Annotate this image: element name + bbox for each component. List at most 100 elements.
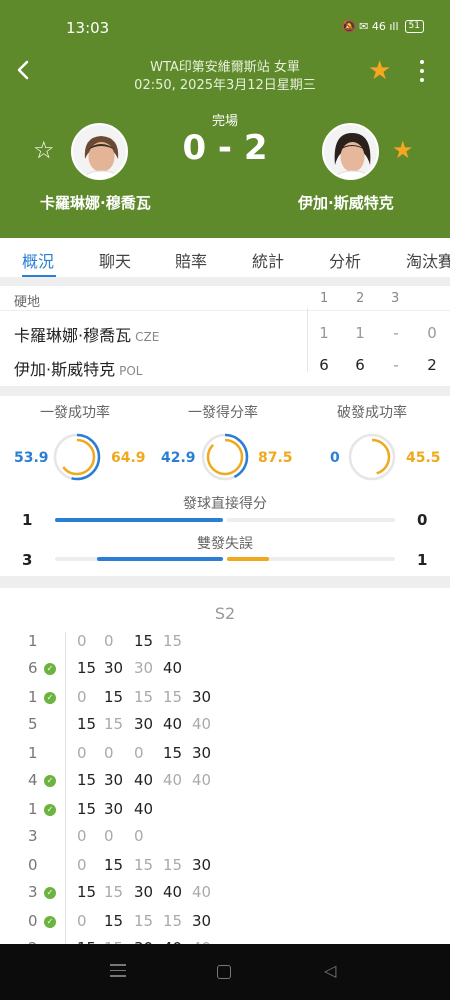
p2-set2: 6: [355, 356, 365, 374]
player1-name[interactable]: 卡羅琳娜·穆喬瓦: [40, 192, 151, 213]
stat2-ring-right: [206, 438, 244, 476]
tab-analysis[interactable]: 分析: [329, 248, 361, 272]
game-winner-check-icon: ✓: [44, 804, 56, 816]
player2-favorite-star-icon[interactable]: ★: [392, 138, 414, 162]
tab-overview[interactable]: 概況: [22, 248, 54, 272]
more-options-icon[interactable]: [415, 60, 429, 84]
pbp-point-bottom: 30: [134, 715, 154, 733]
pbp-point-top: 15: [134, 856, 154, 874]
nav-back-icon[interactable]: ◁: [324, 963, 336, 979]
pbp-point-top: 15: [104, 912, 124, 930]
pbp-point-top: 40: [134, 800, 154, 818]
df-right-bar: [227, 557, 269, 561]
pbp-game-top-score: 1: [28, 688, 38, 706]
player2-name[interactable]: 伊加·斯威特克: [298, 192, 394, 213]
game-winner-check-icon: ✓: [44, 916, 56, 928]
pbp-point-top: 0: [134, 744, 144, 762]
stat1-ring-right: [58, 438, 96, 476]
tab-bar: 概況 聊天 賠率 統計 分析 淘汰賽: [0, 238, 450, 278]
pbp-point-top: 15: [163, 912, 183, 930]
pbp-point-bottom: 15: [77, 883, 97, 901]
player1-avatar-image: [73, 125, 126, 178]
pbp-point-top: 15: [104, 688, 124, 706]
pbp-point-top: 0: [104, 744, 114, 762]
stat2-ring-chart: [201, 433, 249, 481]
pbp-game-bottom-score: 3: [28, 827, 38, 845]
pbp-game-bottom-score: 5: [28, 715, 38, 733]
pbp-point-top: 30: [192, 744, 212, 762]
stat-title-double-faults: 雙發失誤: [197, 536, 253, 552]
tab-odds[interactable]: 賠率: [175, 248, 207, 272]
player1-avatar[interactable]: [71, 123, 128, 180]
player1-favorite-star-icon[interactable]: ☆: [33, 138, 55, 162]
tab-knockout[interactable]: 淘汰賽: [406, 248, 450, 272]
stat-title-break-points: 破發成功率: [337, 405, 407, 421]
p2-set3: -: [393, 356, 399, 374]
p1-set2: 1: [355, 324, 365, 342]
aces-left-value: 1: [22, 511, 33, 529]
stat-title-aces: 發球直接得分: [183, 496, 267, 512]
stat3-ring-right: [353, 438, 391, 476]
aces-left-bar: [55, 518, 223, 522]
pbp-point-bottom: 0: [134, 827, 144, 845]
pbp-point-bottom: 40: [163, 883, 183, 901]
pbp-point-top: 0: [77, 912, 87, 930]
stat3-right-value: 45.5: [406, 450, 441, 466]
p1-set3: -: [393, 324, 399, 342]
table-row-player2: 伊加·斯威特克 POL: [14, 356, 142, 380]
pbp-point-top: 15: [77, 800, 97, 818]
pbp-point-top: 30: [192, 912, 212, 930]
df-left-bar: [97, 557, 223, 561]
pbp-point-bottom: 40: [163, 715, 183, 733]
pbp-game-bottom-score: 4: [28, 771, 38, 789]
table-column-divider: [307, 308, 308, 372]
tab-chat[interactable]: 聊天: [99, 248, 131, 272]
pbp-point-bottom: 15: [77, 771, 97, 789]
pbp-point-top: 15: [163, 856, 183, 874]
section-divider: [0, 386, 450, 396]
tab-stats[interactable]: 統計: [252, 248, 284, 272]
player2-avatar[interactable]: [322, 123, 379, 180]
match-stats: 一發成功率 一發得分率 破發成功率 53.9 64.9 42.9 87.5 0 …: [0, 396, 450, 576]
p1-set1: 1: [319, 324, 329, 342]
pbp-point-top: 15: [163, 688, 183, 706]
game-winner-check-icon: ✓: [44, 775, 56, 787]
pbp-point-bottom: 30: [134, 883, 154, 901]
player1-country: CZE: [135, 330, 160, 344]
set-col-2: 2: [356, 291, 365, 306]
pbp-point-bottom: 15: [77, 659, 97, 677]
table-header-divider: [0, 310, 450, 311]
pbp-point-top: 0: [77, 744, 87, 762]
table-row-player1: 卡羅琳娜·穆喬瓦 CZE: [14, 322, 159, 346]
recent-apps-icon[interactable]: [110, 964, 126, 978]
pbp-game-top-score: 1: [28, 744, 38, 762]
pbp-point-bottom: 40: [163, 771, 183, 789]
pbp-point-bottom: 30: [104, 771, 124, 789]
stat3-ring-chart: [348, 433, 396, 481]
home-icon[interactable]: [217, 965, 231, 979]
aces-right-track: [227, 518, 395, 522]
point-by-point-section: S2 1 6 ✓ 0 0 15 15 15 30 30 40 1 5 ✓ 0 15 15 15 30 15 15 30 40…: [0, 588, 450, 944]
battery-icon: 51: [404, 20, 424, 33]
pbp-point-top: 30: [104, 800, 124, 818]
player2-country: POL: [119, 364, 143, 378]
stat1-ring-chart: [53, 433, 101, 481]
stat1-left-value: 53.9: [14, 450, 49, 466]
pbp-point-top: 0: [77, 632, 87, 650]
match-header: 13:03 🔕 ✉ 46 ıll 51 WTA印第安維爾斯站 女單 02:50,…: [0, 0, 450, 238]
df-right-value: 1: [417, 551, 428, 569]
p1-total: 0: [427, 324, 437, 342]
pbp-game-top-score: 0: [28, 912, 38, 930]
pbp-point-top: 15: [134, 688, 154, 706]
pbp-divider: [65, 632, 66, 944]
pbp-point-top: 0: [77, 856, 87, 874]
section-divider: [0, 278, 450, 286]
p2-set1: 6: [319, 356, 329, 374]
status-bar: 13:03 🔕 ✉ 46 ıll 51: [0, 0, 450, 52]
system-nav-bar: ◁: [0, 944, 450, 1000]
surface-label: 硬地: [14, 295, 41, 310]
pbp-point-top: 0: [77, 688, 87, 706]
pbp-point-top: 30: [192, 688, 212, 706]
favorite-match-star-icon[interactable]: ★: [368, 58, 391, 84]
pbp-game-top-score: 1: [28, 800, 38, 818]
